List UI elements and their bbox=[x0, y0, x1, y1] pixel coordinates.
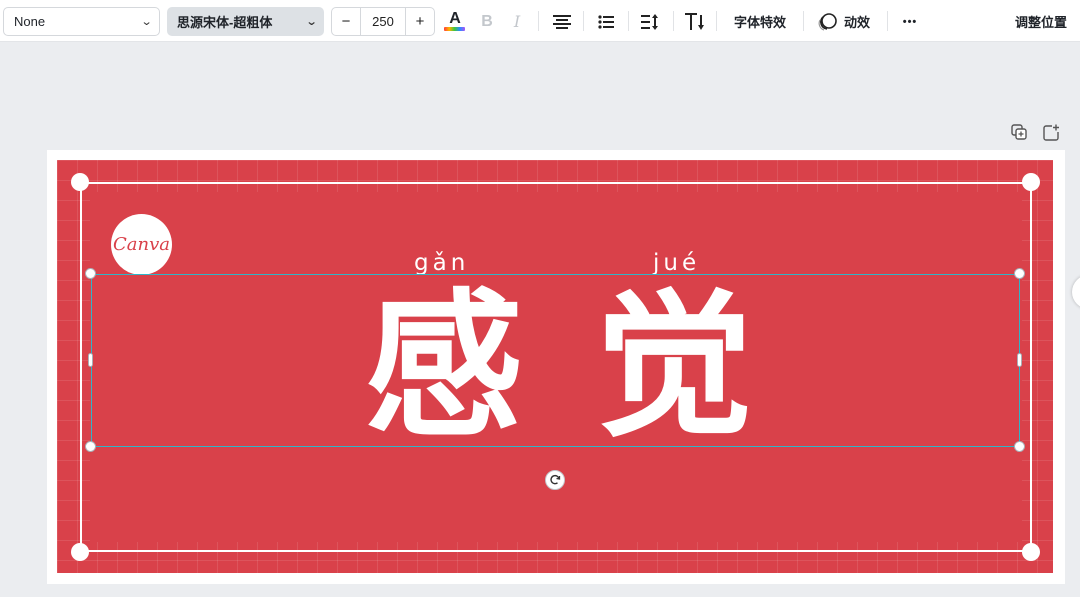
color-swatch-bar bbox=[444, 27, 465, 31]
toolbar-divider bbox=[803, 11, 804, 31]
pinyin-jue[interactable]: jué bbox=[653, 250, 700, 276]
toolbar-divider bbox=[538, 11, 539, 31]
duplicate-page-button[interactable] bbox=[1011, 124, 1028, 146]
italic-button[interactable]: I bbox=[506, 7, 528, 36]
frame-corner-dot bbox=[1022, 543, 1040, 561]
position-button[interactable]: 调整位置 bbox=[1008, 7, 1074, 36]
line-spacing-icon bbox=[641, 13, 658, 30]
add-page-button[interactable] bbox=[1043, 124, 1060, 146]
font-size-increase-button[interactable]: + bbox=[406, 8, 434, 35]
effect-dropdown-value: None bbox=[14, 14, 46, 29]
duplicate-page-icon bbox=[1011, 124, 1027, 140]
toolbar-divider bbox=[716, 11, 717, 31]
align-center-icon bbox=[553, 14, 571, 29]
text-color-button[interactable]: A bbox=[442, 7, 468, 36]
effect-dropdown[interactable]: None ⌄ bbox=[3, 7, 160, 36]
font-size-stepper: − 250 + bbox=[331, 7, 435, 36]
canva-logo[interactable]: Canva bbox=[111, 214, 172, 275]
text-effects-button[interactable]: 字体特效 bbox=[727, 7, 793, 36]
resize-handle-top-right[interactable] bbox=[1014, 268, 1025, 279]
line-spacing-button[interactable] bbox=[637, 7, 663, 36]
animate-button[interactable]: 动效 bbox=[814, 7, 874, 36]
text-orientation-icon bbox=[685, 13, 704, 30]
chevron-down-icon: ⌄ bbox=[305, 16, 318, 28]
font-family-dropdown[interactable]: 思源宋体-超粗体 ⌄ bbox=[167, 7, 324, 36]
toolbar-divider bbox=[887, 11, 888, 31]
frame-corner-dot bbox=[71, 173, 89, 191]
more-options-button[interactable]: ••• bbox=[897, 7, 923, 36]
bulleted-list-icon bbox=[598, 14, 614, 29]
add-page-icon bbox=[1043, 124, 1059, 141]
rotate-icon bbox=[550, 475, 561, 485]
editor-toolbar: None ⌄ 思源宋体-超粗体 ⌄ − 250 + A B I 字体特效 动效 … bbox=[0, 0, 1080, 42]
chevron-down-icon: ⌄ bbox=[140, 16, 153, 28]
font-size-decrease-button[interactable]: − bbox=[332, 8, 360, 35]
font-family-value: 思源宋体-超粗体 bbox=[177, 15, 273, 30]
toolbar-divider bbox=[628, 11, 629, 31]
toolbar-divider bbox=[673, 11, 674, 31]
resize-handle-left[interactable] bbox=[88, 353, 93, 367]
text-color-icon: A bbox=[449, 9, 461, 27]
frame-corner-dot bbox=[71, 543, 89, 561]
frame-corner-dot bbox=[1022, 173, 1040, 191]
resize-handle-bottom-right[interactable] bbox=[1014, 441, 1025, 452]
text-orientation-button[interactable] bbox=[682, 7, 708, 36]
pinyin-gan[interactable]: gǎn bbox=[414, 250, 469, 276]
font-size-input[interactable]: 250 bbox=[360, 8, 406, 35]
text-selection-box[interactable] bbox=[91, 274, 1020, 447]
side-panel-toggle[interactable] bbox=[1072, 275, 1080, 309]
toolbar-divider bbox=[583, 11, 584, 31]
list-button[interactable] bbox=[593, 7, 619, 36]
bold-button[interactable]: B bbox=[476, 7, 498, 36]
align-center-button[interactable] bbox=[549, 7, 575, 36]
resize-handle-bottom-left[interactable] bbox=[85, 441, 96, 452]
animate-label: 动效 bbox=[843, 15, 870, 30]
animate-icon bbox=[818, 12, 837, 31]
rotate-handle[interactable] bbox=[545, 470, 565, 490]
resize-handle-right[interactable] bbox=[1017, 353, 1022, 367]
resize-handle-top-left[interactable] bbox=[85, 268, 96, 279]
